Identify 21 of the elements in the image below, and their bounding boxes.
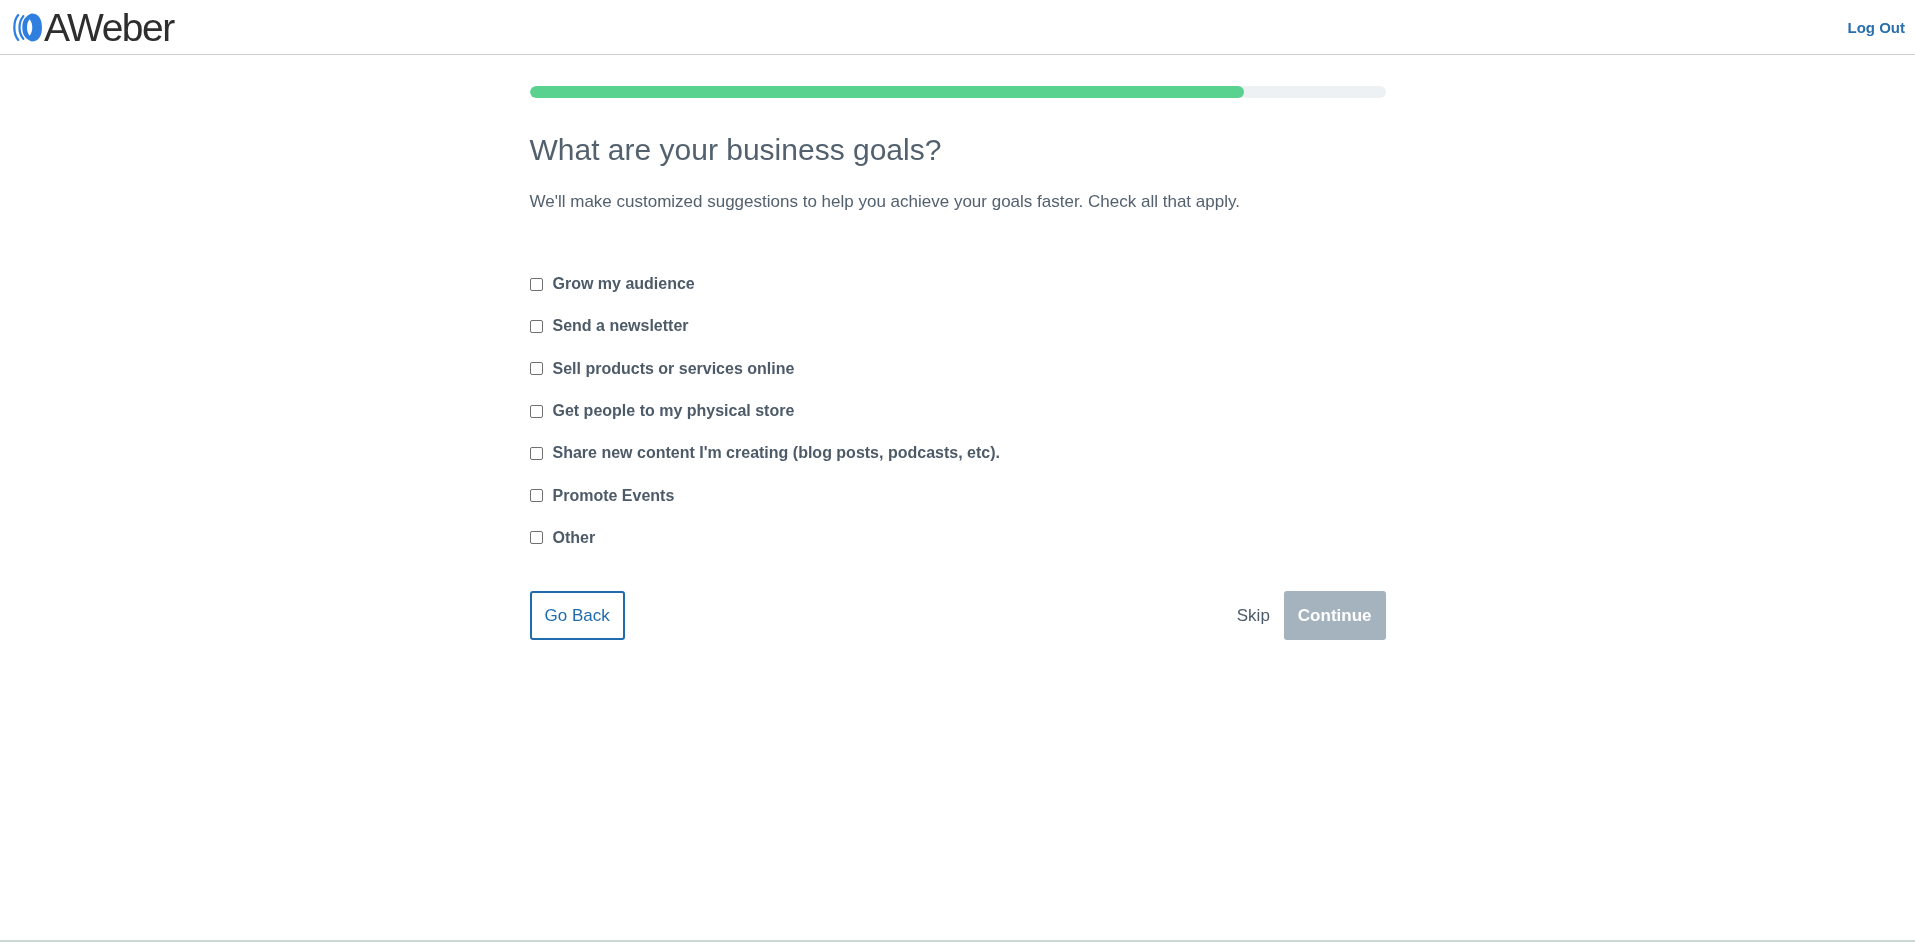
- goal-label[interactable]: Promote Events: [552, 486, 675, 505]
- checkbox[interactable]: [529, 446, 543, 460]
- goal-label[interactable]: Other: [552, 528, 596, 547]
- page-description: We'll make customized suggestions to help you achieve your goals faster. Check all that apply.: [529, 191, 1241, 213]
- goal-label[interactable]: Share new content I'm creating (blog posts, podcasts, etc).: [552, 444, 1000, 463]
- goal-label[interactable]: Grow my audience: [552, 275, 695, 294]
- goal-label[interactable]: Sell products or services online: [552, 359, 795, 378]
- checkbox[interactable]: [529, 277, 543, 291]
- logout-link[interactable]: Log Out: [1847, 18, 1905, 36]
- page-heading: What are your business goals?: [529, 132, 943, 168]
- checkbox[interactable]: [529, 404, 543, 418]
- skip-button[interactable]: Skip: [1234, 604, 1272, 627]
- goal-label[interactable]: Get people to my physical store: [552, 402, 795, 421]
- checkbox[interactable]: [529, 319, 543, 333]
- go-back-button[interactable]: Go Back: [529, 591, 625, 641]
- logo-wordmark: AWeber: [44, 7, 174, 47]
- logo-waves-icon: [12, 11, 43, 43]
- checkbox[interactable]: [529, 362, 543, 376]
- checkbox[interactable]: [529, 489, 543, 503]
- goal-label[interactable]: Send a newsletter: [552, 317, 689, 336]
- checkbox[interactable]: [529, 531, 543, 545]
